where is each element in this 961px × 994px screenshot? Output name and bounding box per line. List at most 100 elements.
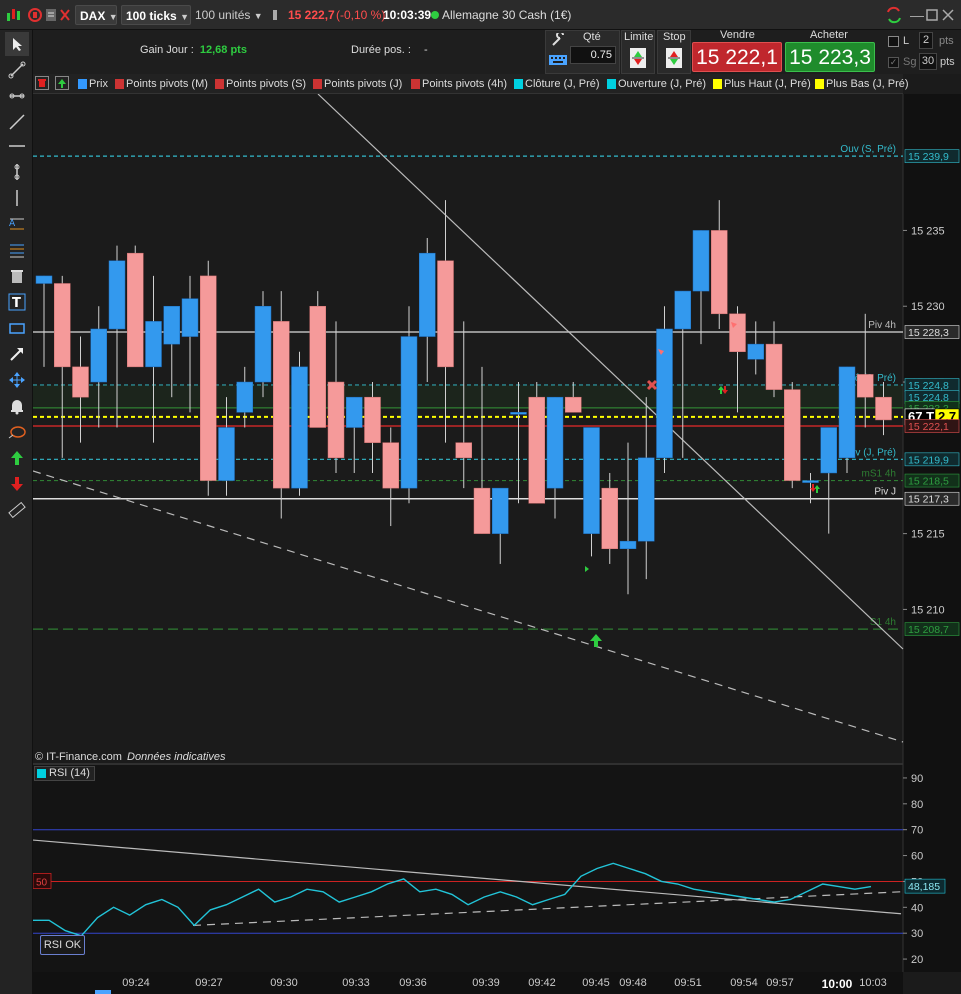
swap-icon[interactable] [884, 5, 904, 25]
candle-body [90, 328, 107, 383]
rsi-tick-label: 60 [911, 851, 923, 863]
units-select[interactable]: 100 unités ▼ [195, 5, 263, 25]
line-segment-icon[interactable] [5, 58, 29, 82]
indicator-chip[interactable]: Prix [76, 76, 108, 92]
info-icon[interactable] [270, 5, 280, 25]
candle-body [72, 366, 89, 398]
tick-replay-icon[interactable] [28, 5, 42, 25]
indicator-label: Ouverture (J, Pré) [618, 78, 707, 90]
rsi-tick-label: 80 [911, 799, 923, 811]
ellipse-tool-icon[interactable] [5, 420, 29, 444]
horizontal-ray-icon[interactable] [5, 84, 29, 108]
indicator-chip[interactable]: Points pivots (4h) [409, 76, 507, 92]
rsi-value-text: 48,185 [908, 881, 940, 893]
limit-points-input[interactable]: 2 [919, 32, 933, 49]
cross-icon[interactable] [58, 5, 72, 25]
alert-bell-icon[interactable] [5, 394, 29, 418]
time-tick-label: 09:33 [342, 977, 370, 989]
indicator-chip[interactable]: Points pivots (S) [213, 76, 306, 92]
candle-body [200, 275, 217, 481]
candle-body [565, 396, 582, 413]
indicator-chip[interactable]: Plus Bas (J, Pré) [813, 76, 909, 92]
sell-button[interactable]: 15 222,1 [692, 42, 782, 72]
indicator-chip[interactable]: Plus Haut (J, Pré) [711, 76, 811, 92]
add-indicator-icon[interactable] [55, 76, 69, 90]
buy-arrow-icon[interactable] [5, 446, 29, 470]
copyright: © IT-Finance.com Données indicatives [35, 751, 225, 763]
candle-body [309, 305, 326, 428]
delete-indicator-icon[interactable] [35, 76, 49, 90]
cursor-icon[interactable] [5, 32, 29, 56]
candle-body [875, 396, 892, 421]
indicator-chip[interactable]: Clôture (J, Pré) [512, 76, 600, 92]
ruler-icon[interactable] [5, 498, 29, 522]
stop-points-input[interactable]: 30 [919, 53, 937, 70]
indicator-label: Points pivots (M) [126, 78, 208, 90]
fib-levels-icon[interactable] [5, 238, 29, 262]
stop-checkbox-label: Sg [903, 56, 917, 68]
horizontal-line-icon[interactable] [5, 134, 29, 158]
quantity-input[interactable]: 0.75 [570, 46, 616, 64]
vertical-segment-icon[interactable] [5, 186, 29, 210]
stop-points-unit: pts [940, 56, 955, 68]
notes-icon[interactable] [44, 5, 58, 25]
candle-body [656, 328, 673, 459]
price-badge-text: 15 217,3 [908, 494, 949, 506]
candle-body [400, 336, 418, 489]
stop-order-box[interactable]: Stop [657, 30, 691, 74]
limit-checkbox[interactable] [888, 36, 899, 47]
candle-body [492, 487, 509, 534]
trendline-icon[interactable] [5, 110, 29, 134]
buy-button[interactable]: 15 223,3 [785, 42, 875, 72]
arrow-tool-icon[interactable] [5, 342, 29, 366]
candle-body [254, 305, 272, 383]
indicator-chip[interactable]: Points pivots (J) [311, 76, 402, 92]
indicator-chip[interactable]: Points pivots (M) [113, 76, 208, 92]
maximize-icon[interactable] [926, 5, 938, 25]
rsi-status-button[interactable]: RSI OK [40, 935, 85, 955]
candle-body [163, 305, 180, 345]
daily-gain-value: 12,68 pts [199, 44, 247, 56]
limit-checkbox-label: L [903, 35, 910, 47]
rsi-tick-label: 70 [911, 825, 923, 837]
period-select[interactable]: 100 ticks ▼ [121, 5, 191, 25]
chevron-down-icon: ▼ [108, 12, 118, 22]
keyboard-icon[interactable] [548, 53, 568, 70]
price-chart[interactable]: 15 23515 23015 22515 21515 210Ouv (S, Pr… [33, 94, 961, 994]
move-icon[interactable] [5, 368, 29, 392]
stop-checkbox[interactable]: ✓ [888, 57, 899, 68]
trash-icon[interactable] [5, 264, 29, 288]
sell-arrow-icon[interactable] [5, 472, 29, 496]
candle-body [327, 381, 345, 459]
drawing-toolbar: A T [0, 30, 33, 994]
price-change: (-0,10 %) [336, 8, 386, 22]
price-badge-text: 15 208,7 [908, 624, 949, 636]
symbol-select[interactable]: DAX ▼ [75, 5, 118, 25]
candle-body [784, 389, 801, 481]
level-label: mS1 4h [862, 469, 896, 480]
limit-order-box[interactable]: Limite [621, 30, 655, 74]
indicator-label: Points pivots (S) [226, 78, 307, 90]
chart-type-icon[interactable] [4, 5, 24, 25]
candle-body [638, 457, 655, 542]
text-tool-icon[interactable]: T [5, 290, 29, 314]
fibonacci-icon[interactable]: A [5, 212, 29, 236]
rsi-legend[interactable]: RSI (14) [34, 766, 95, 781]
time-tick-label: 09:27 [195, 977, 223, 989]
stop-order-icon [664, 47, 686, 72]
candle-body [54, 283, 71, 368]
minimize-icon[interactable]: — [910, 5, 924, 25]
rsi-mid-tag-text: 50 [36, 877, 48, 888]
chevron-down-icon: ▼ [253, 11, 263, 21]
rsi-legend-label: RSI (14) [49, 767, 90, 779]
time-tick-label: 10:00 [821, 977, 853, 991]
rectangle-tool-icon[interactable] [5, 316, 29, 340]
close-icon[interactable] [942, 5, 954, 25]
position-duration-label: Durée pos. : [351, 44, 411, 56]
indicator-chip[interactable]: Ouverture (J, Pré) [605, 76, 706, 92]
vertical-line-icon[interactable] [5, 160, 29, 184]
time-tick-label: 09:57 [766, 977, 794, 989]
top-toolbar: DAX ▼ 100 ticks ▼ 100 unités ▼ 15 222,7 … [0, 0, 961, 30]
wrench-icon[interactable] [550, 31, 566, 50]
level-label: S1 4h [870, 617, 896, 628]
